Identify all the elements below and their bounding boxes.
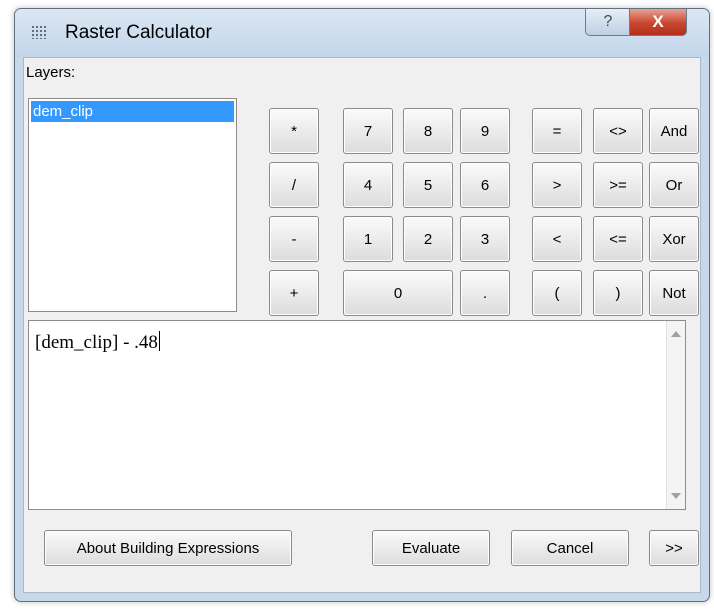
- expression-text: [dem_clip] - .48: [35, 331, 160, 354]
- digit-8-button[interactable]: 8: [403, 108, 453, 154]
- evaluate-button[interactable]: Evaluate: [372, 530, 490, 566]
- text-caret: [158, 331, 160, 351]
- open-paren-button[interactable]: (: [532, 270, 582, 316]
- add-button[interactable]: +: [269, 270, 319, 316]
- digit-5-button[interactable]: 5: [403, 162, 453, 208]
- digit-2-button[interactable]: 2: [403, 216, 453, 262]
- digit-9-button[interactable]: 9: [460, 108, 510, 154]
- divide-button[interactable]: /: [269, 162, 319, 208]
- window-menu-icon[interactable]: [31, 25, 47, 39]
- less-button[interactable]: <: [532, 216, 582, 262]
- greater-button[interactable]: >: [532, 162, 582, 208]
- not-button[interactable]: Not: [649, 270, 699, 316]
- layers-list[interactable]: dem_clip: [28, 98, 237, 312]
- digit-4-button[interactable]: 4: [343, 162, 393, 208]
- less-equal-button[interactable]: <=: [593, 216, 643, 262]
- subtract-button[interactable]: -: [269, 216, 319, 262]
- digit-1-button[interactable]: 1: [343, 216, 393, 262]
- and-button[interactable]: And: [649, 108, 699, 154]
- decimal-button[interactable]: .: [460, 270, 510, 316]
- or-button[interactable]: Or: [649, 162, 699, 208]
- greater-equal-button[interactable]: >=: [593, 162, 643, 208]
- window-title: Raster Calculator: [65, 22, 212, 43]
- digit-0-button[interactable]: 0: [343, 270, 453, 316]
- not-equal-button[interactable]: <>: [593, 108, 643, 154]
- scroll-up-icon[interactable]: [671, 331, 681, 337]
- expression-textbox[interactable]: [dem_clip] - .48: [28, 320, 686, 510]
- digit-3-button[interactable]: 3: [460, 216, 510, 262]
- layers-label: Layers:: [26, 64, 76, 81]
- expression-value: [dem_clip] - .48: [35, 332, 158, 353]
- help-button[interactable]: ?: [585, 9, 631, 36]
- xor-button[interactable]: Xor: [649, 216, 699, 262]
- about-building-expressions-button[interactable]: About Building Expressions: [44, 530, 292, 566]
- scroll-down-icon[interactable]: [671, 493, 681, 499]
- title-bar[interactable]: Raster Calculator ? X: [15, 9, 709, 57]
- digit-6-button[interactable]: 6: [460, 162, 510, 208]
- expression-scrollbar[interactable]: [666, 321, 685, 509]
- close-paren-button[interactable]: ): [593, 270, 643, 316]
- cancel-button[interactable]: Cancel: [511, 530, 629, 566]
- layer-item-dem-clip[interactable]: dem_clip: [31, 101, 234, 122]
- close-button[interactable]: X: [629, 9, 687, 36]
- multiply-button[interactable]: *: [269, 108, 319, 154]
- more-options-button[interactable]: >>: [649, 530, 699, 566]
- digit-7-button[interactable]: 7: [343, 108, 393, 154]
- equal-button[interactable]: =: [532, 108, 582, 154]
